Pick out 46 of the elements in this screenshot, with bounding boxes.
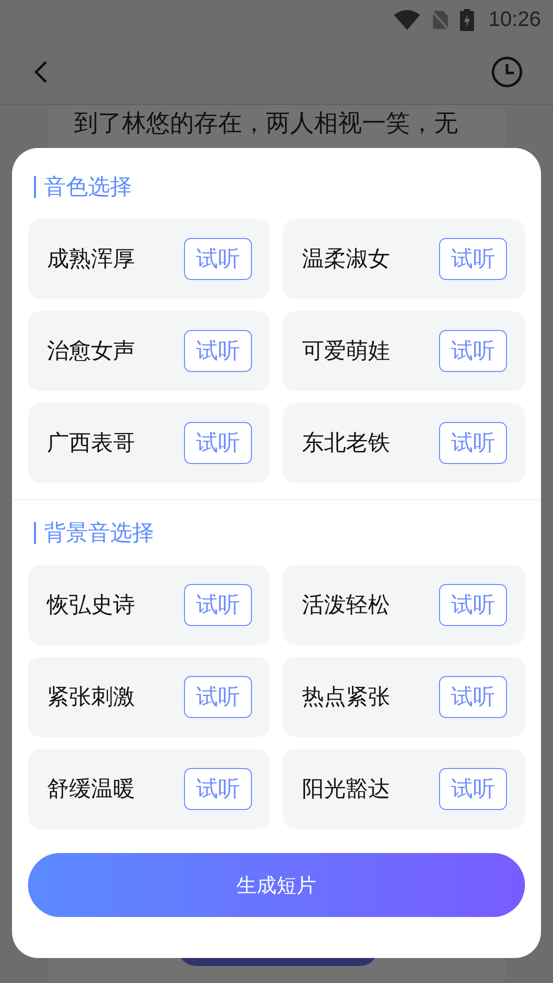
option-card[interactable]: 热点紧张 试听	[283, 657, 525, 737]
option-name: 可爱萌娃	[302, 338, 390, 366]
preview-button[interactable]: 试听	[184, 330, 252, 372]
battery-icon	[460, 9, 474, 31]
wifi-icon	[394, 10, 420, 30]
option-card[interactable]: 温柔淑女 试听	[283, 219, 525, 299]
preview-button[interactable]: 试听	[439, 422, 507, 464]
preview-button[interactable]: 试听	[439, 584, 507, 626]
option-card[interactable]: 东北老铁 试听	[283, 403, 525, 483]
option-name: 舒缓温暖	[47, 776, 135, 804]
option-card[interactable]: 可爱萌娃 试听	[283, 311, 525, 391]
preview-button[interactable]: 试听	[184, 584, 252, 626]
clock-icon[interactable]	[491, 56, 523, 88]
option-card[interactable]: 恢弘史诗 试听	[28, 565, 270, 645]
preview-button[interactable]: 试听	[439, 238, 507, 280]
story-text: 到了林悠的存在，两人相视一笑，无	[74, 108, 458, 139]
preview-button[interactable]: 试听	[184, 422, 252, 464]
generate-button[interactable]: 生成短片	[28, 853, 525, 917]
preview-button[interactable]: 试听	[439, 330, 507, 372]
option-name: 活泼轻松	[302, 592, 390, 620]
option-name: 热点紧张	[302, 684, 390, 712]
preview-button[interactable]: 试听	[439, 768, 507, 810]
no-sim-icon	[430, 9, 450, 31]
preview-button[interactable]: 试听	[184, 238, 252, 280]
option-name: 恢弘史诗	[47, 592, 135, 620]
option-card[interactable]: 治愈女声 试听	[28, 311, 270, 391]
option-name: 广西表哥	[47, 430, 135, 458]
option-name: 成熟浑厚	[47, 246, 135, 274]
option-name: 紧张刺激	[47, 684, 135, 712]
option-card[interactable]: 紧张刺激 试听	[28, 657, 270, 737]
option-card[interactable]: 舒缓温暖 试听	[28, 749, 270, 829]
option-name: 治愈女声	[47, 338, 135, 366]
section-title: 背景音选择	[44, 520, 154, 548]
preview-button[interactable]: 试听	[439, 676, 507, 718]
option-name: 东北老铁	[302, 430, 390, 458]
section-title: 音色选择	[44, 174, 132, 202]
option-card[interactable]: 广西表哥 试听	[28, 403, 270, 483]
preview-button[interactable]: 试听	[184, 768, 252, 810]
preview-button[interactable]: 试听	[184, 676, 252, 718]
option-name: 温柔淑女	[302, 246, 390, 274]
option-name: 阳光豁达	[302, 776, 390, 804]
status-time: 10:26	[488, 8, 541, 32]
option-card[interactable]: 阳光豁达 试听	[283, 749, 525, 829]
option-card[interactable]: 成熟浑厚 试听	[28, 219, 270, 299]
option-card[interactable]: 活泼轻松 试听	[283, 565, 525, 645]
back-icon[interactable]	[34, 60, 48, 84]
